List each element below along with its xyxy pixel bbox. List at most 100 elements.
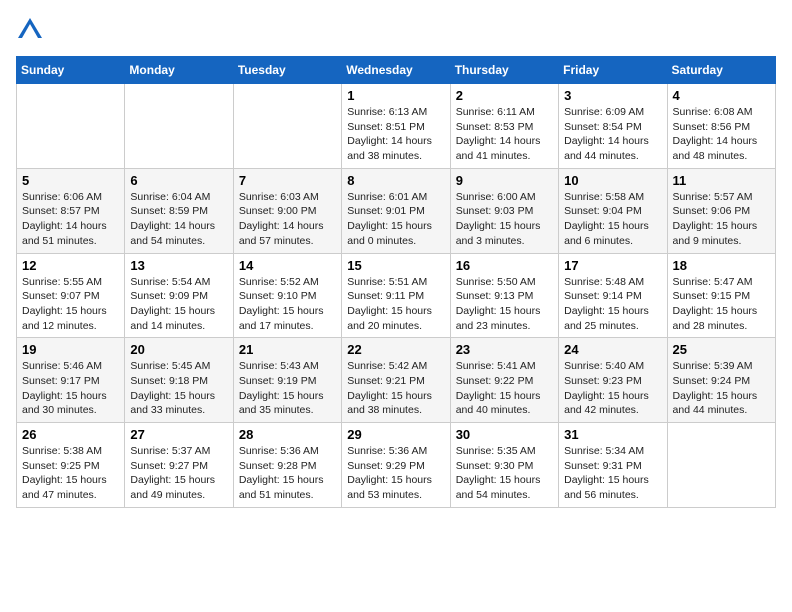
day-info: Sunrise: 6:03 AM Sunset: 9:00 PM Dayligh… (239, 190, 336, 249)
calendar-day-cell: 8 Sunrise: 6:01 AM Sunset: 9:01 PM Daylig… (342, 168, 450, 253)
day-info: Sunrise: 6:08 AM Sunset: 8:56 PM Dayligh… (673, 105, 770, 164)
day-number: 27 (130, 427, 227, 442)
day-info: Sunrise: 5:34 AM Sunset: 9:31 PM Dayligh… (564, 444, 661, 503)
day-number: 8 (347, 173, 444, 188)
calendar-day-cell: 10 Sunrise: 5:58 AM Sunset: 9:04 PM Dayli… (559, 168, 667, 253)
day-info: Sunrise: 6:01 AM Sunset: 9:01 PM Dayligh… (347, 190, 444, 249)
calendar-day-cell: 2 Sunrise: 6:11 AM Sunset: 8:53 PM Daylig… (450, 84, 558, 169)
day-number: 28 (239, 427, 336, 442)
day-number: 25 (673, 342, 770, 357)
weekday-header: Monday (125, 57, 233, 84)
page-header (16, 16, 776, 44)
calendar-day-cell: 28 Sunrise: 5:36 AM Sunset: 9:28 PM Dayli… (233, 423, 341, 508)
day-info: Sunrise: 5:37 AM Sunset: 9:27 PM Dayligh… (130, 444, 227, 503)
weekday-header: Tuesday (233, 57, 341, 84)
day-number: 4 (673, 88, 770, 103)
day-number: 5 (22, 173, 119, 188)
day-number: 30 (456, 427, 553, 442)
calendar-day-cell (667, 423, 775, 508)
day-number: 3 (564, 88, 661, 103)
calendar-week-row: 26 Sunrise: 5:38 AM Sunset: 9:25 PM Dayli… (17, 423, 776, 508)
day-info: Sunrise: 5:52 AM Sunset: 9:10 PM Dayligh… (239, 275, 336, 334)
day-number: 29 (347, 427, 444, 442)
day-number: 11 (673, 173, 770, 188)
day-info: Sunrise: 6:11 AM Sunset: 8:53 PM Dayligh… (456, 105, 553, 164)
calendar-day-cell: 22 Sunrise: 5:42 AM Sunset: 9:21 PM Dayli… (342, 338, 450, 423)
day-info: Sunrise: 5:41 AM Sunset: 9:22 PM Dayligh… (456, 359, 553, 418)
day-number: 26 (22, 427, 119, 442)
day-number: 21 (239, 342, 336, 357)
calendar-day-cell: 1 Sunrise: 6:13 AM Sunset: 8:51 PM Daylig… (342, 84, 450, 169)
day-number: 31 (564, 427, 661, 442)
day-info: Sunrise: 6:09 AM Sunset: 8:54 PM Dayligh… (564, 105, 661, 164)
day-info: Sunrise: 5:45 AM Sunset: 9:18 PM Dayligh… (130, 359, 227, 418)
day-info: Sunrise: 5:48 AM Sunset: 9:14 PM Dayligh… (564, 275, 661, 334)
day-info: Sunrise: 5:46 AM Sunset: 9:17 PM Dayligh… (22, 359, 119, 418)
day-number: 1 (347, 88, 444, 103)
weekday-header: Saturday (667, 57, 775, 84)
day-number: 12 (22, 258, 119, 273)
calendar-day-cell (17, 84, 125, 169)
day-info: Sunrise: 5:36 AM Sunset: 9:28 PM Dayligh… (239, 444, 336, 503)
calendar-day-cell: 29 Sunrise: 5:36 AM Sunset: 9:29 PM Dayli… (342, 423, 450, 508)
calendar-day-cell: 27 Sunrise: 5:37 AM Sunset: 9:27 PM Dayli… (125, 423, 233, 508)
day-number: 16 (456, 258, 553, 273)
calendar-day-cell: 31 Sunrise: 5:34 AM Sunset: 9:31 PM Dayli… (559, 423, 667, 508)
day-number: 13 (130, 258, 227, 273)
day-number: 24 (564, 342, 661, 357)
calendar-day-cell: 20Sunrise: 5:45 AM Sunset: 9:18 PM Dayli… (125, 338, 233, 423)
day-number: 6 (130, 173, 227, 188)
weekday-header: Sunday (17, 57, 125, 84)
day-info: Sunrise: 5:55 AM Sunset: 9:07 PM Dayligh… (22, 275, 119, 334)
day-info: Sunrise: 5:35 AM Sunset: 9:30 PM Dayligh… (456, 444, 553, 503)
logo-icon (16, 16, 44, 44)
calendar-day-cell: 21 Sunrise: 5:43 AM Sunset: 9:19 PM Dayli… (233, 338, 341, 423)
calendar-week-row: 19 Sunrise: 5:46 AM Sunset: 9:17 PM Dayli… (17, 338, 776, 423)
day-info: Sunrise: 5:42 AM Sunset: 9:21 PM Dayligh… (347, 359, 444, 418)
calendar-week-row: 5Sunrise: 6:06 AM Sunset: 8:57 PM Daylig… (17, 168, 776, 253)
calendar-day-cell: 24 Sunrise: 5:40 AM Sunset: 9:23 PM Dayli… (559, 338, 667, 423)
day-number: 23 (456, 342, 553, 357)
day-number: 22 (347, 342, 444, 357)
day-number: 15 (347, 258, 444, 273)
calendar-day-cell: 26 Sunrise: 5:38 AM Sunset: 9:25 PM Dayli… (17, 423, 125, 508)
calendar-header-row: SundayMondayTuesdayWednesdayThursdayFrid… (17, 57, 776, 84)
calendar-day-cell: 19 Sunrise: 5:46 AM Sunset: 9:17 PM Dayli… (17, 338, 125, 423)
logo (16, 16, 46, 44)
day-number: 17 (564, 258, 661, 273)
day-number: 18 (673, 258, 770, 273)
calendar-week-row: 12 Sunrise: 5:55 AM Sunset: 9:07 PM Dayli… (17, 253, 776, 338)
calendar-day-cell: 16 Sunrise: 5:50 AM Sunset: 9:13 PM Dayli… (450, 253, 558, 338)
calendar-day-cell: 12 Sunrise: 5:55 AM Sunset: 9:07 PM Dayli… (17, 253, 125, 338)
day-info: Sunrise: 5:58 AM Sunset: 9:04 PM Dayligh… (564, 190, 661, 249)
day-number: 2 (456, 88, 553, 103)
day-info: Sunrise: 6:04 AM Sunset: 8:59 PM Dayligh… (130, 190, 227, 249)
day-info: Sunrise: 5:43 AM Sunset: 9:19 PM Dayligh… (239, 359, 336, 418)
calendar: SundayMondayTuesdayWednesdayThursdayFrid… (16, 56, 776, 508)
day-number: 19 (22, 342, 119, 357)
weekday-header: Wednesday (342, 57, 450, 84)
calendar-day-cell: 3 Sunrise: 6:09 AM Sunset: 8:54 PM Daylig… (559, 84, 667, 169)
calendar-week-row: 1 Sunrise: 6:13 AM Sunset: 8:51 PM Daylig… (17, 84, 776, 169)
calendar-day-cell: 17 Sunrise: 5:48 AM Sunset: 9:14 PM Dayli… (559, 253, 667, 338)
day-info: Sunrise: 5:40 AM Sunset: 9:23 PM Dayligh… (564, 359, 661, 418)
day-info: Sunrise: 6:13 AM Sunset: 8:51 PM Dayligh… (347, 105, 444, 164)
day-info: Sunrise: 5:36 AM Sunset: 9:29 PM Dayligh… (347, 444, 444, 503)
day-info: Sunrise: 5:38 AM Sunset: 9:25 PM Dayligh… (22, 444, 119, 503)
day-number: 10 (564, 173, 661, 188)
weekday-header: Thursday (450, 57, 558, 84)
day-info: Sunrise: 5:57 AM Sunset: 9:06 PM Dayligh… (673, 190, 770, 249)
calendar-day-cell: 7 Sunrise: 6:03 AM Sunset: 9:00 PM Daylig… (233, 168, 341, 253)
day-number: 7 (239, 173, 336, 188)
calendar-day-cell: 4 Sunrise: 6:08 AM Sunset: 8:56 PM Daylig… (667, 84, 775, 169)
calendar-day-cell: 5Sunrise: 6:06 AM Sunset: 8:57 PM Daylig… (17, 168, 125, 253)
calendar-day-cell (125, 84, 233, 169)
calendar-day-cell: 18 Sunrise: 5:47 AM Sunset: 9:15 PM Dayli… (667, 253, 775, 338)
day-info: Sunrise: 6:00 AM Sunset: 9:03 PM Dayligh… (456, 190, 553, 249)
calendar-day-cell (233, 84, 341, 169)
day-info: Sunrise: 5:51 AM Sunset: 9:11 PM Dayligh… (347, 275, 444, 334)
day-info: Sunrise: 5:47 AM Sunset: 9:15 PM Dayligh… (673, 275, 770, 334)
day-info: Sunrise: 5:50 AM Sunset: 9:13 PM Dayligh… (456, 275, 553, 334)
weekday-header: Friday (559, 57, 667, 84)
calendar-day-cell: 30 Sunrise: 5:35 AM Sunset: 9:30 PM Dayli… (450, 423, 558, 508)
